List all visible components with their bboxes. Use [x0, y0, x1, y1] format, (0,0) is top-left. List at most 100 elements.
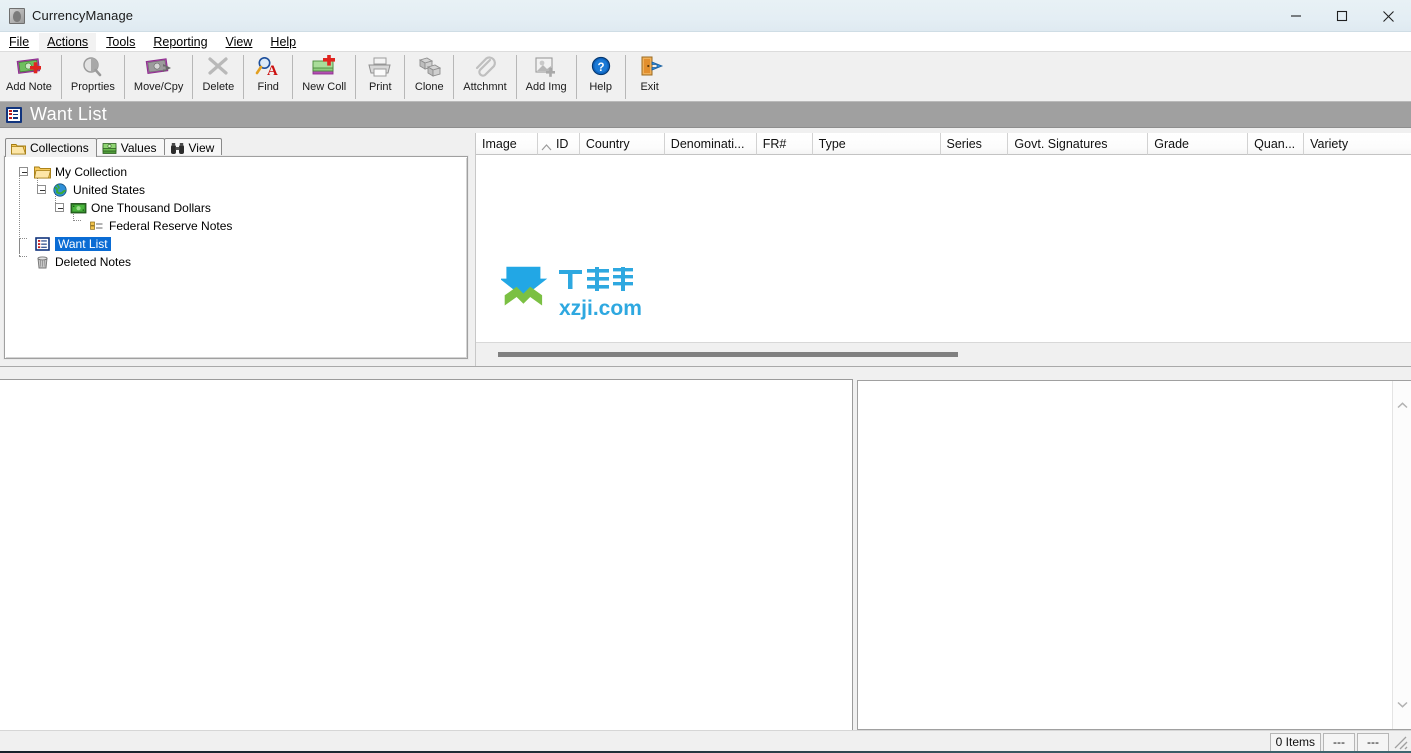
tab-view[interactable]: View — [163, 138, 223, 157]
note-image-vertical-scrollbar[interactable] — [1392, 381, 1411, 729]
tree-item-united-states[interactable]: United States — [11, 181, 467, 199]
column-label-type: Type — [818, 136, 846, 151]
folder-icon — [11, 142, 27, 155]
toolbar-button-add-image[interactable]: Add Img — [520, 53, 573, 100]
watermark-logo: xzji.com — [499, 265, 642, 328]
toolbar-label-print: Print — [368, 81, 392, 93]
find-icon: A — [253, 55, 283, 80]
column-header-id[interactable]: ID — [537, 133, 580, 155]
folder-open-icon — [34, 165, 52, 179]
toolbar-button-exit[interactable]: Exit — [629, 53, 671, 100]
tree-item-my-collection[interactable]: My Collection — [11, 163, 467, 181]
banknote-icon — [70, 201, 87, 215]
column-header-country[interactable]: Country — [579, 133, 665, 155]
tree-expander-united-states[interactable] — [35, 181, 52, 199]
column-header-series[interactable]: Series — [940, 133, 1009, 155]
close-button[interactable] — [1365, 0, 1411, 32]
toolbar-button-print[interactable]: Print — [359, 53, 401, 100]
tree-item-want-list[interactable]: Want List — [11, 235, 467, 253]
minimize-button[interactable] — [1273, 0, 1319, 32]
tree-item-one-thousand-dollars[interactable]: One Thousand Dollars — [11, 199, 467, 217]
banner-icon-bullet — [9, 113, 12, 115]
menu-tools-label: Tools — [106, 34, 136, 49]
tree-label-my-collection: My Collection — [55, 165, 128, 179]
toolbar-separator — [192, 55, 194, 99]
column-header-grade[interactable]: Grade — [1148, 133, 1249, 155]
column-header-fr-number[interactable]: FR# — [756, 133, 813, 155]
print-icon — [365, 55, 395, 80]
toolbar-button-attachment[interactable]: Attchmnt — [457, 53, 512, 100]
exit-door-icon — [635, 55, 665, 80]
column-label-image: Image — [482, 136, 517, 151]
menu-help[interactable]: Help — [262, 33, 304, 51]
toolbar-button-delete[interactable]: Delete — [196, 53, 240, 100]
maximize-button[interactable] — [1319, 0, 1365, 32]
status-item-count: 0 Items — [1269, 732, 1321, 752]
banner-icon-line — [13, 110, 18, 112]
attachment-paperclip-icon — [470, 55, 500, 80]
move-copy-icon — [144, 55, 174, 80]
column-label-series: Series — [946, 136, 982, 151]
horizontal-splitter[interactable] — [0, 366, 1411, 379]
toolbar-button-properties[interactable]: Proprties — [65, 53, 121, 100]
scroll-up-icon[interactable] — [1393, 396, 1411, 415]
toolbar-label-move-copy: Move/Cpy — [133, 81, 184, 93]
toolbar-button-clone[interactable]: Clone — [408, 53, 450, 100]
listview-horizontal-scrollbar[interactable] — [476, 342, 1411, 366]
svg-text:?: ? — [597, 62, 604, 74]
note-details-pane[interactable] — [0, 379, 853, 730]
tree-item-deleted-notes[interactable]: Deleted Notes — [11, 253, 467, 271]
toolbar-label-new-collection: New Coll — [302, 81, 347, 93]
sort-ascending-icon — [541, 140, 552, 151]
column-header-variety[interactable]: Variety — [1304, 133, 1411, 155]
menu-view-label: View — [225, 34, 253, 49]
resize-grip-icon[interactable] — [1391, 733, 1409, 751]
note-type-icon — [88, 219, 105, 233]
banner-icon-bullet — [9, 109, 12, 112]
collection-tree[interactable]: My Collection United States One Thousand… — [3, 155, 469, 360]
toolbar-separator — [575, 55, 577, 99]
column-label-govt-signatures: Govt. Signatures — [1014, 136, 1108, 151]
toolbar-label-exit: Exit — [640, 81, 659, 93]
tree-expander-my-collection[interactable] — [17, 163, 34, 181]
toolbar-separator — [60, 55, 62, 99]
add-image-icon — [531, 55, 561, 80]
menu-actions[interactable]: Actions — [39, 32, 97, 51]
column-header-quantity[interactable]: Quan... — [1248, 133, 1305, 155]
column-header-image[interactable]: Image — [476, 133, 538, 155]
toolbar-label-find: Find — [257, 81, 279, 93]
svg-text:A: A — [267, 63, 278, 79]
toolbar-button-help[interactable]: ? Help — [580, 53, 622, 100]
scroll-down-icon[interactable] — [1393, 695, 1411, 714]
tree-root: My Collection United States One Thousand… — [5, 157, 467, 271]
menu-file[interactable]: File — [1, 33, 37, 51]
column-header-type[interactable]: Type — [812, 133, 941, 155]
toolbar-button-add-note[interactable]: Add Note — [0, 53, 58, 100]
toolbar-label-properties: Proprties — [70, 81, 115, 93]
toolbar-button-new-collection[interactable]: New Coll — [296, 53, 352, 100]
tab-values[interactable]: Values — [95, 138, 165, 157]
toolbar-separator — [292, 55, 294, 99]
note-image-pane[interactable] — [857, 380, 1411, 730]
tree-label-want-list: Want List — [55, 237, 111, 251]
window-title: CurrencyManage — [32, 8, 134, 23]
menu-reporting-label: Reporting — [153, 34, 208, 49]
listview-body[interactable]: xzji.com — [476, 155, 1411, 341]
tree-item-federal-reserve-notes[interactable]: Federal Reserve Notes — [11, 217, 467, 235]
tree-expander-spacer — [17, 235, 34, 253]
column-header-denomination[interactable]: Denominati... — [664, 133, 757, 155]
listview-hscroll-thumb[interactable] — [498, 352, 958, 357]
toolbar-button-move-copy[interactable]: Move/Cpy — [128, 53, 190, 100]
tree-expander-spacer — [17, 253, 34, 271]
column-header-govt-signatures[interactable]: Govt. Signatures — [1008, 133, 1149, 155]
toolbar-label-add-image: Add Img — [525, 81, 567, 93]
toolbar-button-find[interactable]: A Find — [247, 53, 289, 100]
menu-reporting[interactable]: Reporting — [145, 33, 215, 51]
toolbar-separator — [453, 55, 455, 99]
tree-expander-one-thousand-dollars[interactable] — [53, 199, 70, 217]
menu-view[interactable]: View — [218, 33, 261, 51]
tab-collections[interactable]: Collections — [5, 138, 97, 157]
delete-x-icon — [203, 55, 233, 80]
money-stack-icon — [102, 142, 117, 155]
menu-tools[interactable]: Tools — [98, 33, 143, 51]
